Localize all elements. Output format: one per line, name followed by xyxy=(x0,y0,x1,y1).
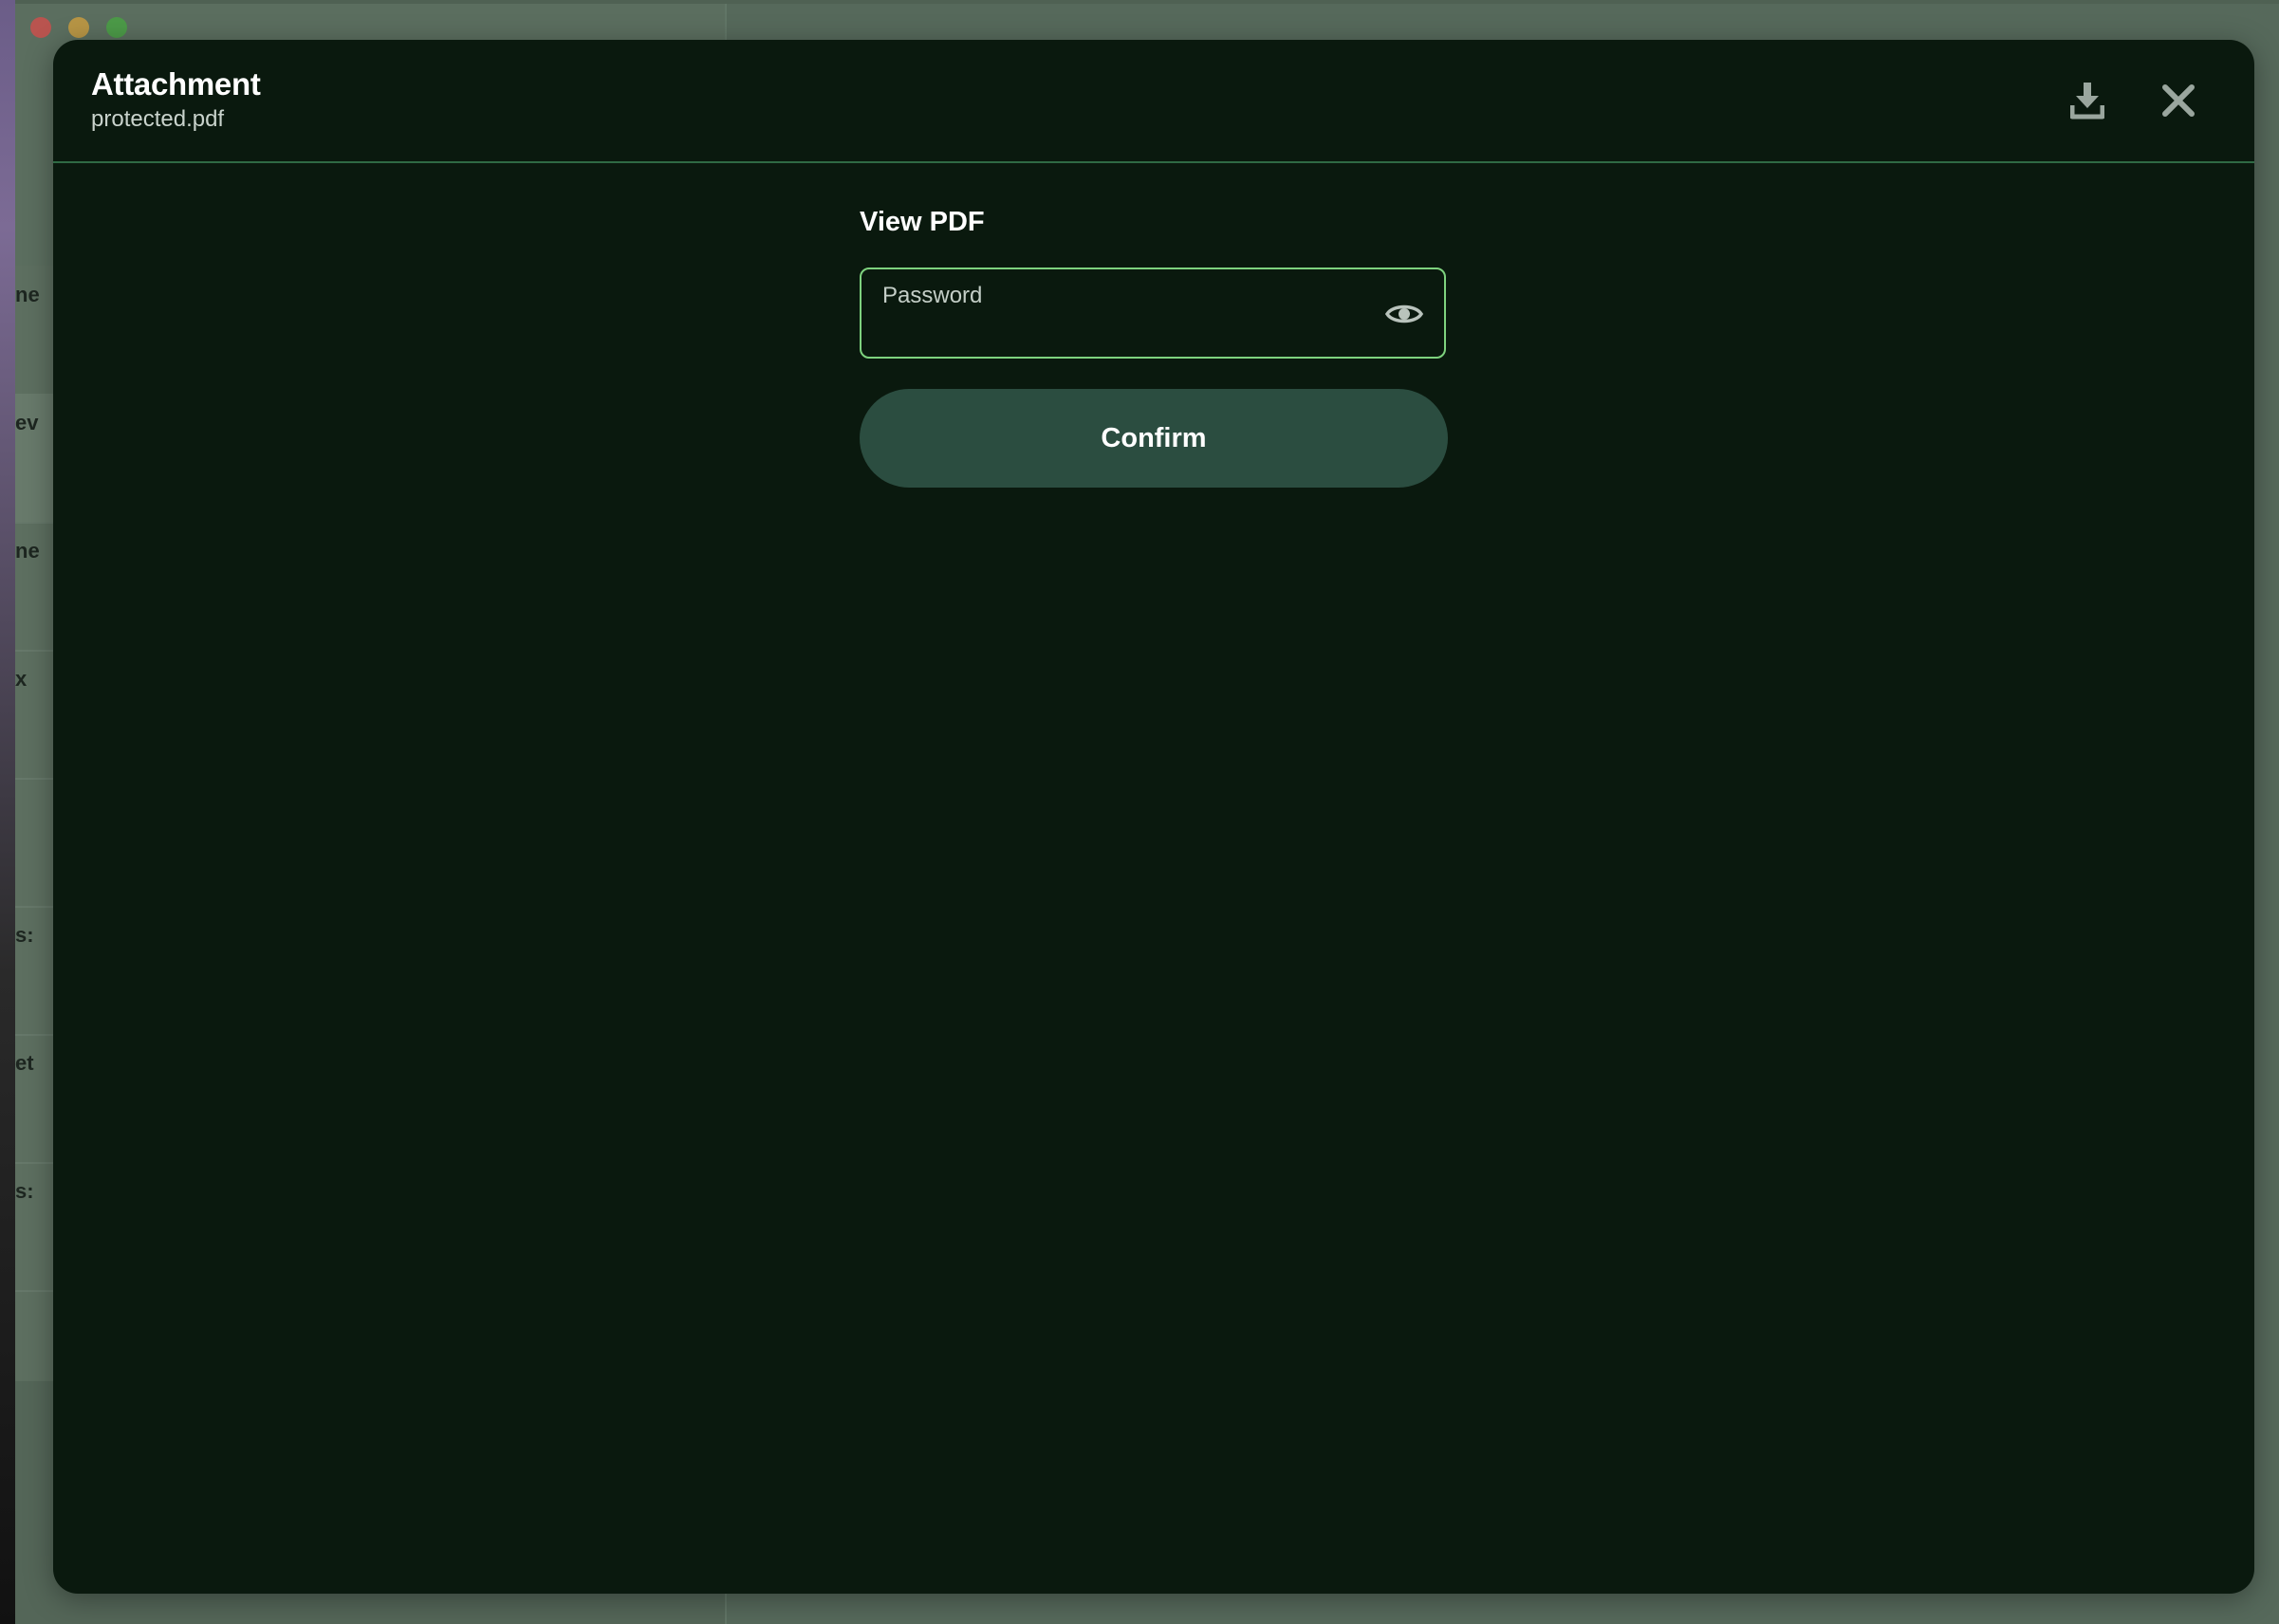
close-icon xyxy=(2162,84,2195,117)
view-pdf-heading: View PDF xyxy=(860,207,985,237)
list-item-fragment: x xyxy=(15,667,28,691)
attachment-filename: protected.pdf xyxy=(91,106,225,132)
toggle-password-visibility-button[interactable] xyxy=(1385,295,1423,333)
pdf-password-form: View PDF Password Confirm xyxy=(860,201,1450,488)
password-field[interactable]: Password xyxy=(860,268,1446,359)
desktop-wallpaper xyxy=(0,0,15,1624)
list-item-fragment: ne xyxy=(15,539,40,563)
list-item-fragment: ne xyxy=(15,283,40,306)
modal-header: Attachment protected.pdf xyxy=(53,40,2254,163)
list-item-fragment: et xyxy=(15,1051,34,1075)
list-item-fragment: ev xyxy=(15,411,39,434)
download-icon xyxy=(2070,83,2104,120)
list-item-fragment: s: xyxy=(15,923,34,947)
attachment-modal: Attachment protected.pdf View PDF Passwo… xyxy=(53,40,2254,1594)
eye-icon xyxy=(1385,304,1423,323)
password-input[interactable] xyxy=(882,315,1376,347)
confirm-button[interactable]: Confirm xyxy=(860,389,1448,488)
window-zoom-traffic-light[interactable] xyxy=(106,17,127,38)
password-label: Password xyxy=(882,283,983,308)
modal-title: Attachment xyxy=(91,66,261,102)
window-close-traffic-light[interactable] xyxy=(30,17,51,38)
list-item-fragment: s: xyxy=(15,1179,34,1203)
close-button[interactable] xyxy=(2152,74,2205,127)
window-minimize-traffic-light[interactable] xyxy=(68,17,89,38)
download-button[interactable] xyxy=(2061,74,2114,127)
